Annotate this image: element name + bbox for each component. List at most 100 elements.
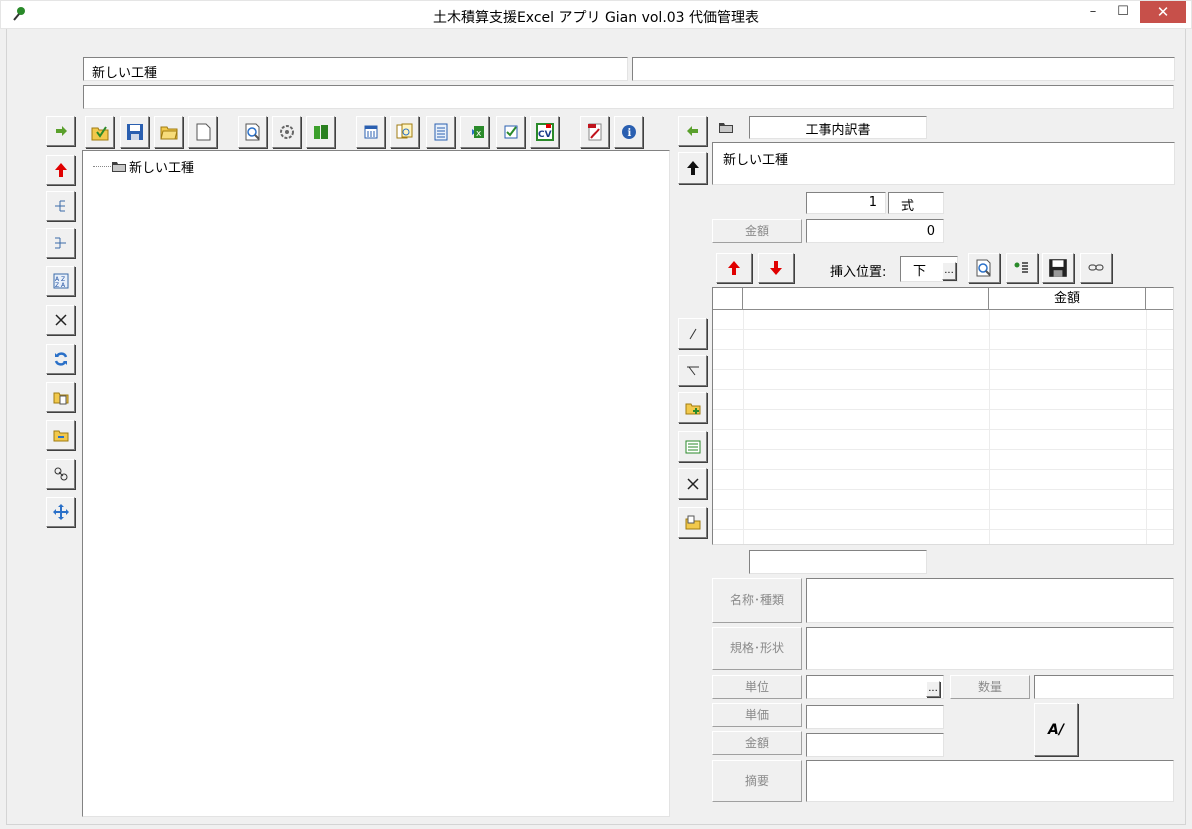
open-folder-button[interactable] xyxy=(154,116,183,148)
open-file-button[interactable] xyxy=(85,116,114,148)
count-value xyxy=(1035,676,1173,684)
amount-text: 0 xyxy=(926,224,935,239)
add-rows-button[interactable] xyxy=(678,431,707,462)
tree-node-root[interactable]: 新しい工種 xyxy=(93,157,194,176)
grid-summary-field[interactable] xyxy=(749,550,927,574)
minimize-button[interactable]: – xyxy=(1078,1,1108,23)
table-row[interactable] xyxy=(713,330,1173,350)
blank-document-icon xyxy=(196,123,210,141)
csv-button[interactable]: CV xyxy=(530,116,559,148)
spec-field[interactable] xyxy=(806,627,1174,670)
forward-button[interactable] xyxy=(46,116,75,146)
table-row[interactable] xyxy=(713,470,1173,490)
chain-link-icon xyxy=(54,467,67,481)
memo-area[interactable] xyxy=(806,760,1174,802)
table-row[interactable] xyxy=(713,430,1173,450)
grid-preview-button[interactable] xyxy=(968,253,1000,283)
up-level-button[interactable] xyxy=(678,152,707,184)
table-row[interactable] xyxy=(713,490,1173,510)
work-tree[interactable]: 新しい工種 xyxy=(82,150,670,817)
grid-col-line xyxy=(743,310,744,544)
excel-export-button[interactable]: x xyxy=(460,116,489,148)
kousyu-sub-text xyxy=(633,58,1174,66)
save-button[interactable] xyxy=(120,116,149,148)
table-row[interactable] xyxy=(713,450,1173,470)
window-button[interactable] xyxy=(356,116,385,148)
svg-text:Z A: Z A xyxy=(55,282,66,289)
spreadsheet-icon xyxy=(434,123,447,141)
delete-x-icon xyxy=(54,314,67,326)
folder-check-icon xyxy=(91,126,108,141)
magnifier-document-icon xyxy=(245,123,260,141)
database-button[interactable] xyxy=(306,116,335,148)
row-up-button[interactable] xyxy=(716,253,752,283)
unit-display[interactable]: 式 xyxy=(888,192,944,214)
move-arrows-icon xyxy=(52,504,69,520)
table-row[interactable] xyxy=(713,410,1173,430)
grid-save-button[interactable] xyxy=(1042,253,1074,283)
chain-link-icon xyxy=(1088,264,1104,271)
grid-header-cell xyxy=(1146,288,1173,310)
green-books-icon xyxy=(313,125,328,139)
count-field[interactable] xyxy=(1034,675,1174,699)
table-row[interactable] xyxy=(713,390,1173,410)
black-arrow-up-icon xyxy=(686,161,699,175)
unit-field[interactable] xyxy=(806,675,944,699)
doc-type-text: 工事内訳書 xyxy=(805,123,871,138)
search-files-button[interactable] xyxy=(390,116,419,148)
kousyu-name-field[interactable]: 新しい工種 xyxy=(83,57,628,81)
grid-header: 金額 xyxy=(713,288,1173,310)
new-file-button[interactable] xyxy=(188,116,217,148)
collapse-tree-button[interactable] xyxy=(46,191,75,221)
settings-button[interactable] xyxy=(272,116,301,148)
pdf-button[interactable] xyxy=(580,116,609,148)
calculator-button[interactable] xyxy=(426,116,455,148)
checklist-button[interactable] xyxy=(496,116,525,148)
auto-calc-button[interactable]: A/ xyxy=(1034,703,1078,756)
move-up-button[interactable] xyxy=(46,155,75,185)
preview-button[interactable] xyxy=(238,116,267,148)
copy-folder-button[interactable] xyxy=(46,382,75,412)
refresh-button[interactable] xyxy=(46,344,75,374)
grid-summary-text xyxy=(750,551,926,559)
folder-icon xyxy=(719,123,733,133)
table-row[interactable] xyxy=(713,370,1173,390)
info-button[interactable]: i xyxy=(614,116,643,148)
expand-tree-button[interactable] xyxy=(46,228,75,258)
move-button[interactable] xyxy=(46,497,75,527)
insert-position-dots-button[interactable]: ... xyxy=(942,262,956,280)
delete-button[interactable] xyxy=(46,305,75,335)
sort-az-icon: A ZZ A xyxy=(53,273,68,289)
delete-row-button[interactable] xyxy=(678,468,707,499)
name-field[interactable] xyxy=(806,578,1174,623)
price-field[interactable] xyxy=(806,705,944,729)
paste-button[interactable] xyxy=(678,507,707,538)
gear-icon xyxy=(279,125,294,139)
back-button[interactable] xyxy=(678,116,707,146)
unit-dots-button[interactable]: ... xyxy=(926,681,940,697)
kousyu-name-text: 新しい工種 xyxy=(92,66,158,81)
folder-document-icon xyxy=(53,392,68,405)
draw-corner-button[interactable] xyxy=(678,355,707,386)
table-row[interactable] xyxy=(713,350,1173,370)
folder-add-icon xyxy=(685,403,700,414)
sort-button[interactable]: A ZZ A xyxy=(46,266,75,296)
kousyu-sub-field[interactable] xyxy=(632,57,1175,81)
link-button[interactable] xyxy=(46,459,75,489)
header-memo-field[interactable] xyxy=(83,85,1174,109)
maximize-button[interactable]: ☐ xyxy=(1108,1,1138,23)
table-row[interactable] xyxy=(713,310,1173,330)
add-folder-button[interactable] xyxy=(678,392,707,423)
row-down-button[interactable] xyxy=(758,253,794,283)
quantity-field[interactable]: 1 xyxy=(806,192,886,214)
sum-field[interactable] xyxy=(806,733,944,757)
draw-line-button[interactable] xyxy=(678,318,707,349)
close-button[interactable]: ✕ xyxy=(1140,1,1186,23)
doc-name-field[interactable]: 新しい工種 xyxy=(712,142,1175,185)
move-folder-button[interactable] xyxy=(46,420,75,450)
table-row[interactable] xyxy=(713,510,1173,530)
excel-arrow-icon: x xyxy=(465,126,484,139)
item-grid[interactable]: 金額 xyxy=(712,287,1174,545)
add-list-button[interactable] xyxy=(1006,253,1038,283)
grid-link-button[interactable] xyxy=(1080,253,1112,283)
